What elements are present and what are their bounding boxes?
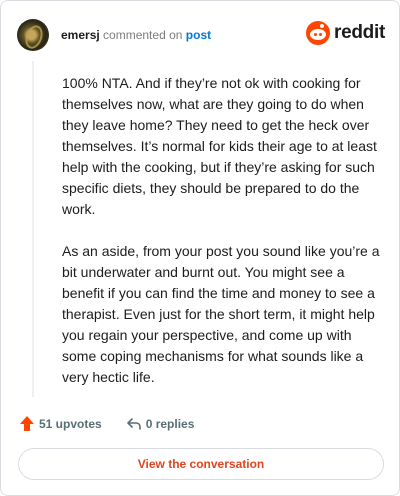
avatar[interactable]: [17, 19, 49, 51]
thread-line: [32, 61, 34, 397]
comment-actions: 51 upvotes 0 replies: [19, 414, 194, 434]
view-conversation-button[interactable]: View the conversation: [18, 448, 384, 480]
comment-paragraph: As an aside, from your post you sound li…: [62, 243, 380, 385]
username-link[interactable]: emersj: [61, 28, 100, 42]
comment-embed-card: emersj commented on post reddit 100% NTA…: [0, 0, 400, 496]
comment-header: emersj commented on post reddit: [17, 17, 385, 53]
comment-paragraph: 100% NTA. And if they’re not ok with coo…: [62, 75, 377, 217]
upvote-count[interactable]: 51 upvotes: [39, 417, 102, 431]
reddit-logo-icon: [306, 21, 331, 45]
post-link[interactable]: post: [186, 28, 211, 42]
reddit-brand[interactable]: reddit: [306, 21, 385, 45]
reply-count[interactable]: 0 replies: [146, 417, 195, 431]
reddit-wordmark: reddit: [334, 22, 385, 43]
reply-icon[interactable]: [126, 416, 142, 432]
upvote-icon[interactable]: [19, 416, 35, 432]
byline: emersj commented on post: [61, 27, 211, 43]
comment-body: 100% NTA. And if they’re not ok with coo…: [62, 73, 382, 388]
commented-on-text: commented on: [103, 28, 183, 42]
